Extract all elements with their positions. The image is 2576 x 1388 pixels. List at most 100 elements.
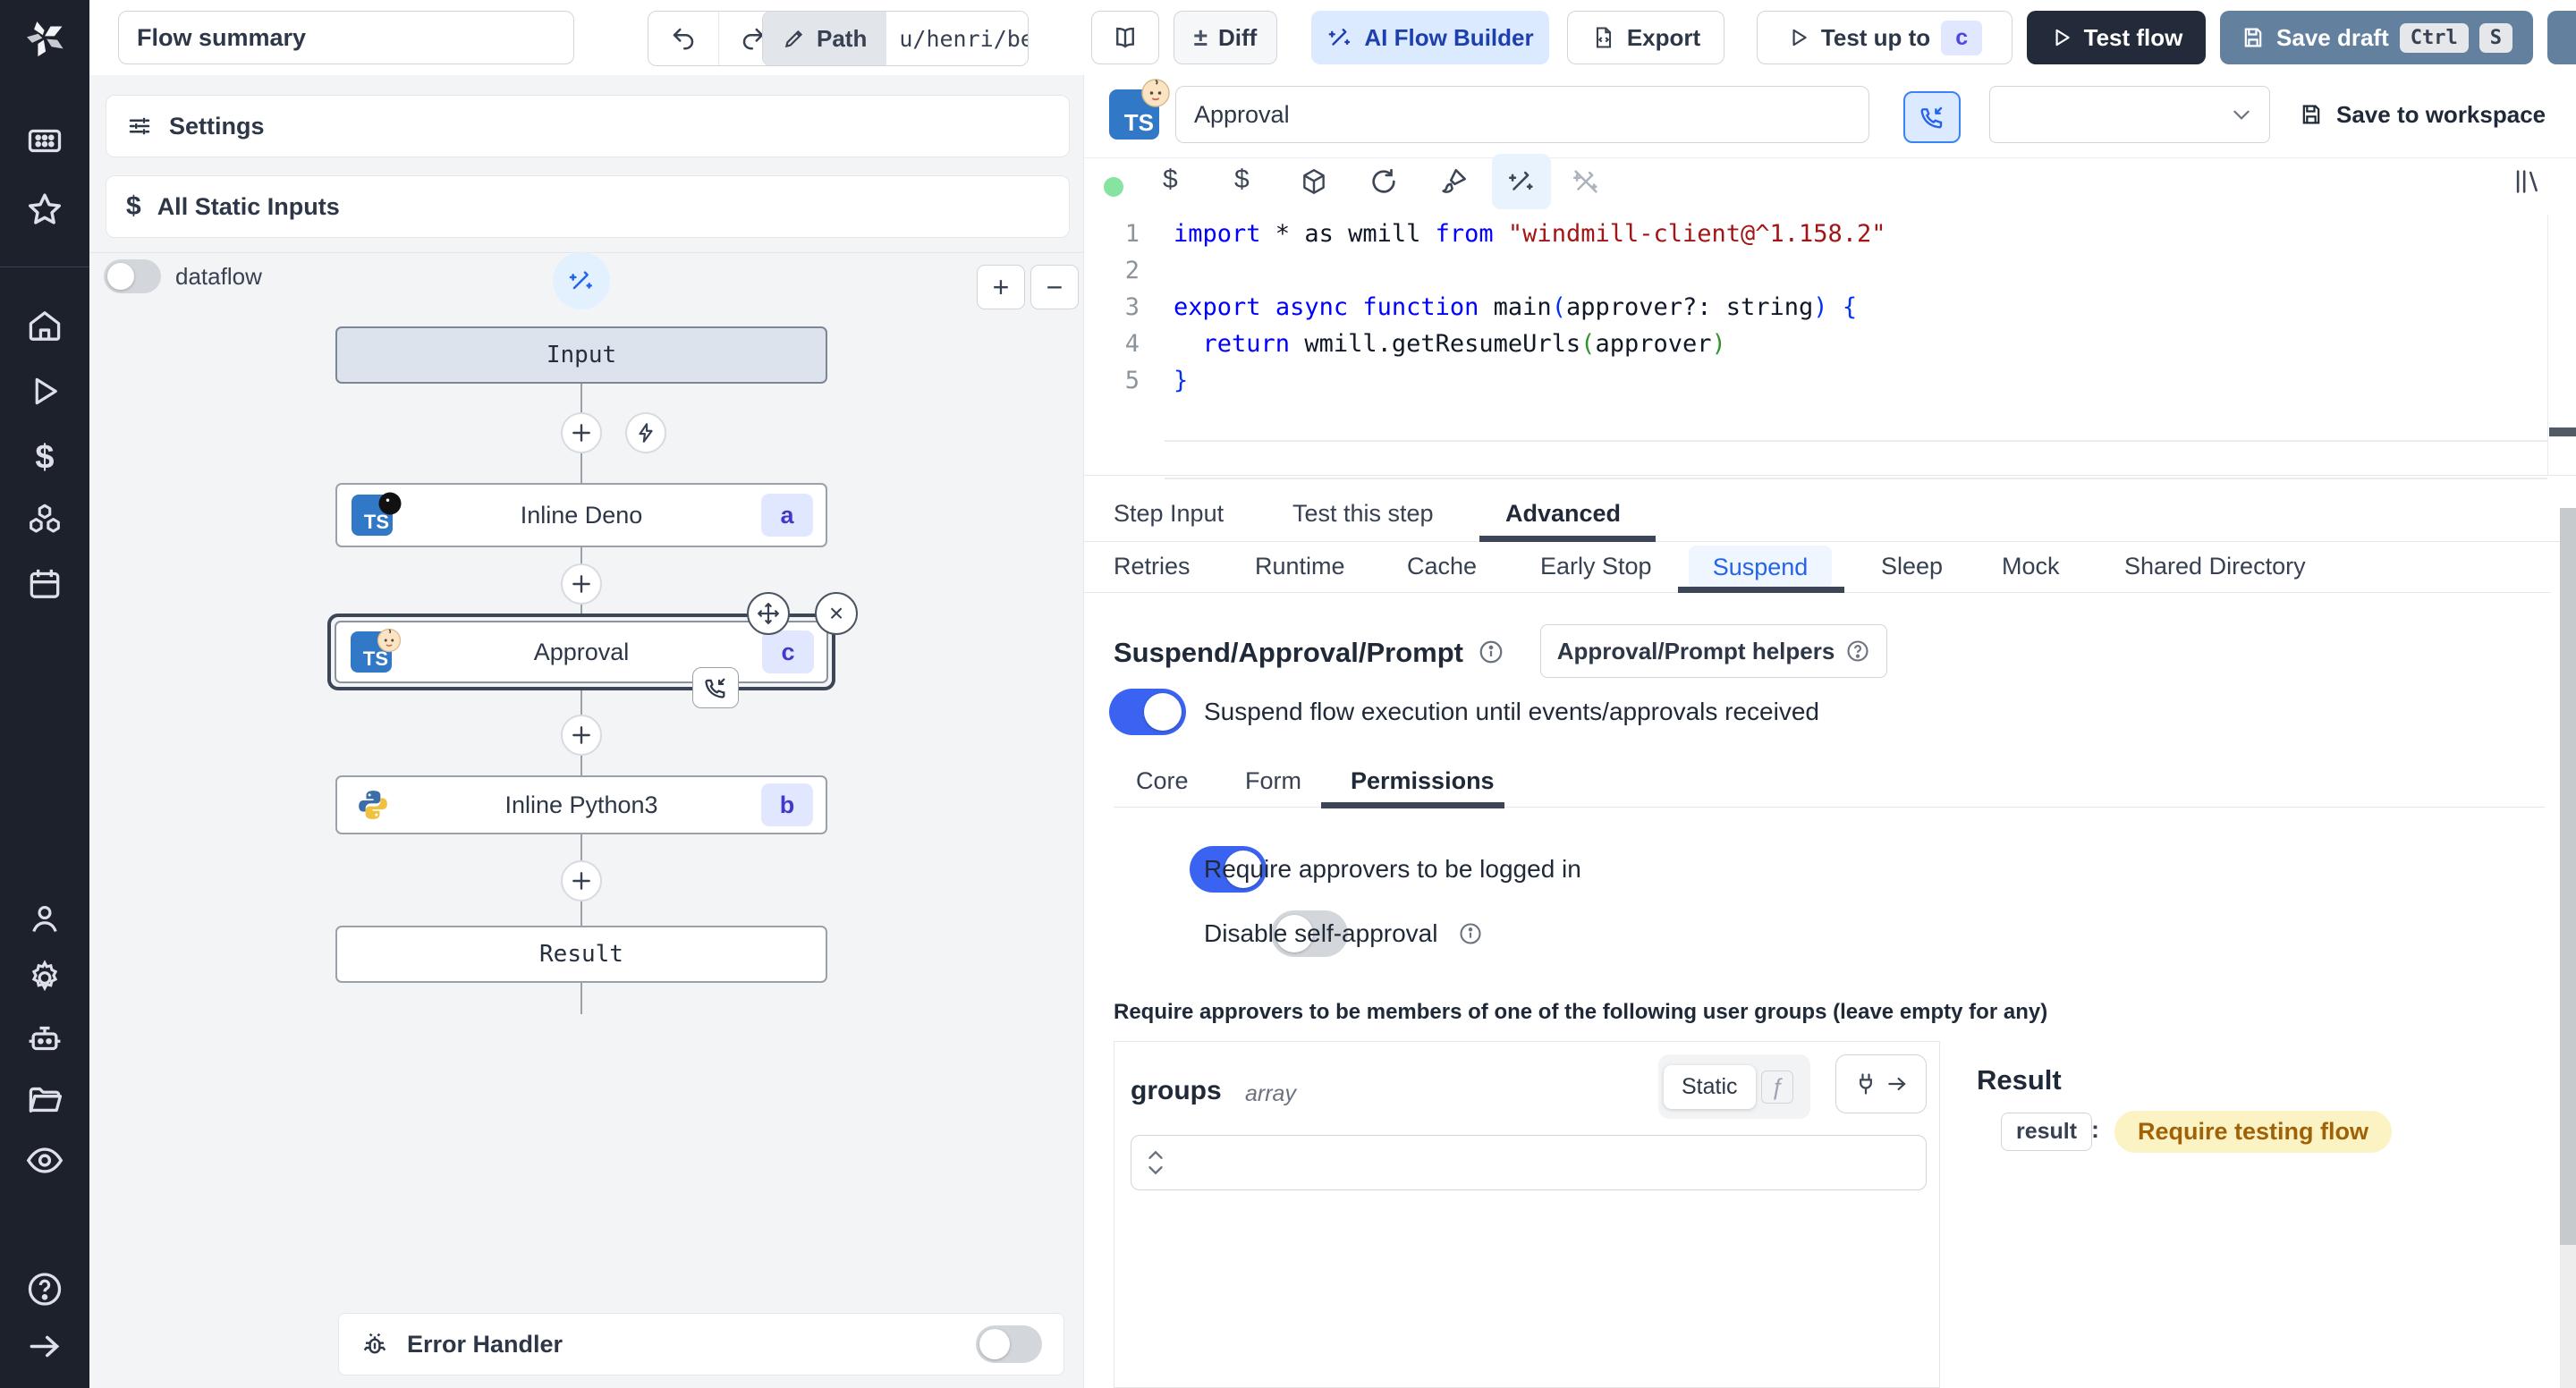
code-editor[interactable]: 1 2 3 4 5 import * as wmill from "windmi… (1084, 215, 2576, 479)
delete-step-button[interactable]: × (815, 592, 858, 635)
resource-dollar-icon[interactable]: $ (1234, 165, 1250, 195)
flow-node-inline-deno[interactable]: TS Inline Deno a (335, 483, 827, 547)
add-step-button[interactable] (561, 715, 602, 756)
format-brush-icon[interactable] (1438, 166, 1469, 197)
groups-array-input[interactable] (1131, 1135, 1927, 1190)
folders-icon[interactable] (25, 1080, 64, 1124)
result-key-chip[interactable]: result (2001, 1113, 2093, 1151)
variables-dollar-icon[interactable]: $ (35, 439, 54, 478)
chevrons-up-down-icon (1148, 1150, 1163, 1175)
step-name-input[interactable] (1175, 86, 1869, 143)
ai-graph-wand-button[interactable] (553, 252, 610, 309)
variable-dollar-icon[interactable]: $ (1163, 165, 1178, 195)
dataflow-label: dataflow (175, 263, 262, 290)
users-person-icon[interactable] (26, 901, 64, 943)
test-up-to-button[interactable]: Test up to c (1757, 11, 2012, 64)
line-number: 2 (1124, 257, 1140, 284)
ai-flow-builder-button[interactable]: AI Flow Builder (1311, 11, 1549, 64)
flow-node-inline-python[interactable]: Inline Python3 b (335, 775, 827, 834)
test-flow-button[interactable]: Test flow (2027, 11, 2206, 64)
plug-icon (1860, 1073, 1872, 1095)
zoom-out-button[interactable]: − (1030, 265, 1079, 309)
favorites-star-icon[interactable] (24, 190, 65, 235)
tab-shared-directory[interactable]: Shared Directory (2124, 553, 2306, 580)
approval-prompt-helpers-button[interactable]: Approval/Prompt helpers (1540, 624, 1887, 678)
tab-test-this-step[interactable]: Test this step (1292, 500, 1434, 528)
resources-cubes-icon[interactable] (24, 501, 65, 546)
flow-node-result[interactable]: Result (335, 926, 827, 983)
package-icon[interactable] (1299, 166, 1329, 197)
export-button[interactable]: Export (1567, 11, 1724, 64)
header-divider (1084, 157, 2576, 158)
code-line-3: export async function main(approver?: st… (1174, 293, 1858, 321)
zoom-in-button[interactable]: + (977, 265, 1025, 309)
script-template-select[interactable] (1989, 86, 2270, 143)
tab-retries[interactable]: Retries (1114, 553, 1191, 580)
library-icon[interactable] (2512, 166, 2542, 197)
expression-fn-option[interactable]: ƒ (1760, 1070, 1793, 1104)
scrollbar-thumb[interactable] (2560, 508, 2576, 1245)
tab-runtime[interactable]: Runtime (1255, 553, 1345, 580)
docs-button[interactable] (1091, 11, 1159, 64)
tab-step-input[interactable]: Step Input (1114, 500, 1224, 528)
add-step-button[interactable] (561, 563, 602, 605)
suspend-phone-badge[interactable] (692, 667, 739, 708)
suspend-approval-toggle-button[interactable] (1903, 91, 1961, 143)
static-option[interactable]: Static (1664, 1064, 1756, 1109)
error-handler-row[interactable]: Error Handler (338, 1313, 1064, 1375)
tab-suspend-active[interactable]: Suspend (1689, 546, 1832, 588)
audit-eye-icon[interactable] (24, 1140, 65, 1186)
tab-sleep[interactable]: Sleep (1881, 553, 1943, 580)
runs-play-icon[interactable] (26, 373, 64, 415)
add-step-button[interactable] (561, 860, 602, 901)
save-draft-button[interactable]: Save draft Ctrl S (2220, 11, 2533, 64)
apps-window-icon[interactable] (25, 122, 64, 165)
schedules-calendar-icon[interactable] (25, 564, 64, 608)
workers-robot-icon[interactable] (25, 1020, 64, 1063)
info-icon[interactable] (1478, 639, 1504, 665)
tab-form[interactable]: Form (1245, 767, 1301, 795)
undo-icon (673, 28, 693, 50)
settings-gear-icon[interactable] (25, 959, 64, 1003)
line-number: 1 (1124, 220, 1140, 248)
line-number: 3 (1124, 293, 1140, 321)
add-step-button[interactable] (561, 412, 602, 453)
add-trigger-button[interactable] (625, 412, 666, 453)
require-login-label: Require approvers to be logged in (1204, 855, 1581, 883)
deploy-button-partial[interactable] (2547, 11, 2576, 64)
plug-connect-button[interactable] (1835, 1054, 1927, 1113)
result-value-badge[interactable]: Require testing flow (2114, 1111, 2393, 1153)
flow-node-input[interactable]: Input (335, 326, 827, 384)
suspend-flow-toggle[interactable] (1109, 689, 1186, 735)
error-handler-toggle[interactable] (976, 1325, 1042, 1363)
step-id-badge: c (762, 631, 814, 673)
windmill-logo-icon[interactable] (21, 15, 68, 66)
play-icon (2055, 29, 2070, 47)
dataflow-toggle[interactable] (104, 259, 161, 293)
flow-summary-input[interactable] (118, 11, 574, 64)
ai-wand-off-icon[interactable] (1571, 166, 1601, 197)
test-up-to-step-badge: c (1941, 20, 1983, 55)
tab-advanced-active[interactable]: Advanced (1505, 500, 1621, 528)
path-value[interactable]: u/henri/bes (886, 12, 1029, 65)
flow-node-approval-selected[interactable]: TS Approval c × (327, 592, 858, 708)
reset-refresh-icon[interactable] (1368, 166, 1399, 197)
diff-button[interactable]: ± Diff (1174, 11, 1277, 64)
tab-cache[interactable]: Cache (1407, 553, 1477, 580)
path-button[interactable]: Path (763, 12, 887, 65)
tab-core[interactable]: Core (1136, 767, 1189, 795)
expand-arrow-icon[interactable] (25, 1327, 64, 1371)
tab-mock[interactable]: Mock (2002, 553, 2060, 580)
info-icon[interactable] (1458, 921, 1483, 946)
undo-button[interactable] (648, 12, 719, 65)
tab-permissions-active[interactable]: Permissions (1351, 767, 1495, 795)
save-to-workspace-button[interactable]: Save to workspace (2293, 93, 2552, 136)
home-icon[interactable] (25, 307, 64, 351)
tab-early-stop[interactable]: Early Stop (1540, 553, 1652, 580)
help-icon[interactable] (25, 1270, 64, 1314)
editor-divider (1084, 475, 2576, 476)
ai-assistant-wand-button[interactable] (1492, 154, 1551, 209)
all-static-inputs-button[interactable]: $ All Static Inputs (106, 175, 1070, 238)
flow-settings-button[interactable]: Settings (106, 95, 1070, 157)
move-step-button[interactable] (747, 592, 790, 635)
